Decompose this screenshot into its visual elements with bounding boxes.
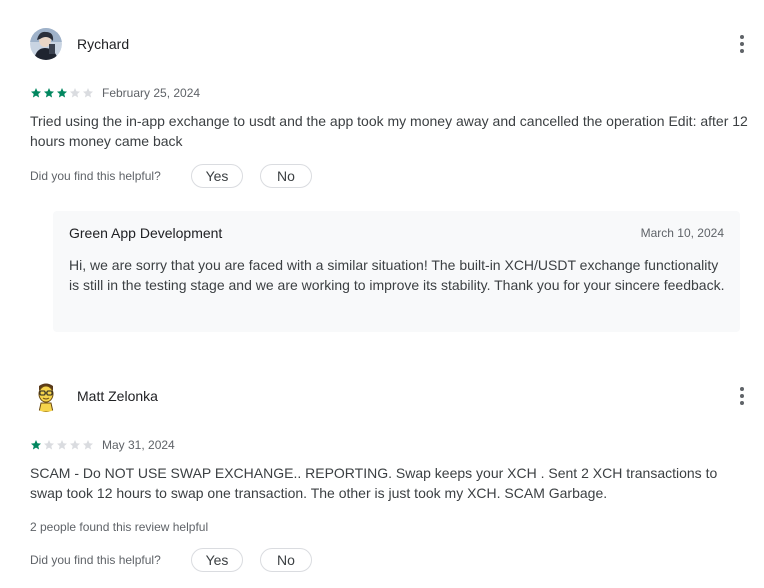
reply-text: Hi, we are sorry that you are faced with… <box>69 257 725 293</box>
star-empty-icon <box>57 440 67 450</box>
star-rating <box>30 87 94 99</box>
more-options-icon[interactable] <box>738 35 746 53</box>
avatar <box>30 380 62 412</box>
star-empty-icon <box>70 88 80 98</box>
cartoon-face-icon <box>30 380 62 412</box>
helpful-question: Did you find this helpful? <box>30 553 161 567</box>
helpful-row: Did you find this helpful? Yes No <box>30 164 329 188</box>
star-filled-icon <box>57 88 67 98</box>
reviewer-name: Matt Zelonka <box>77 388 158 404</box>
helpful-question: Did you find this helpful? <box>30 169 161 183</box>
rating-row: May 31, 2024 <box>30 438 175 452</box>
profile-photo-icon <box>30 28 62 60</box>
helpful-count: 2 people found this review helpful <box>30 520 209 534</box>
star-filled-icon <box>44 88 54 98</box>
star-empty-icon <box>70 440 80 450</box>
star-filled-icon <box>31 440 41 450</box>
reply-date: March 10, 2024 <box>640 226 724 240</box>
star-empty-icon <box>83 88 93 98</box>
reviewer-name: Rychard <box>77 36 130 52</box>
developer-reply: Green App Development March 10, 2024 Hi,… <box>53 211 740 332</box>
no-button[interactable]: No <box>260 548 312 572</box>
star-rating <box>30 439 94 451</box>
review-text: SCAM - Do NOT USE SWAP EXCHANGE.. REPORT… <box>30 465 718 501</box>
more-options-icon[interactable] <box>738 387 746 405</box>
no-button[interactable]: No <box>260 164 312 188</box>
star-empty-icon <box>83 440 93 450</box>
developer-name: Green App Development <box>69 225 223 241</box>
review-text: Tried using the in-app exchange to usdt … <box>30 113 748 149</box>
helpful-row: Did you find this helpful? Yes No <box>30 548 329 572</box>
yes-button[interactable]: Yes <box>191 548 243 572</box>
yes-button[interactable]: Yes <box>191 164 243 188</box>
review-header: Matt Zelonka <box>30 379 158 413</box>
star-empty-icon <box>44 440 54 450</box>
star-filled-icon <box>31 88 41 98</box>
avatar <box>30 28 62 60</box>
review-date: May 31, 2024 <box>102 438 175 452</box>
review-date: February 25, 2024 <box>102 86 201 100</box>
rating-row: February 25, 2024 <box>30 86 200 100</box>
review-header: Rychard <box>30 27 129 61</box>
